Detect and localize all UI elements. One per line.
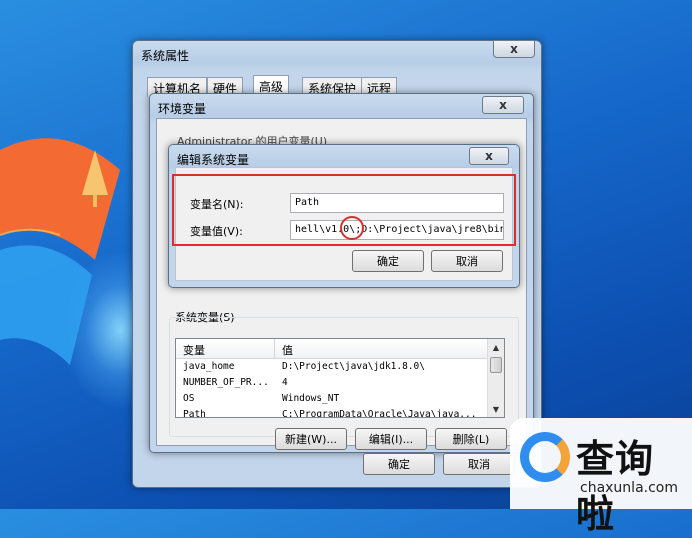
edit-dialog-title: 编辑系统变量 <box>177 153 250 167</box>
system-vars-table[interactable]: 变量 值 java_home D:\Project\java\jdk1.8.0\… <box>175 338 505 418</box>
column-header-value[interactable]: 值 <box>282 342 293 358</box>
row-value: 4 <box>282 377 288 388</box>
table-row[interactable]: OS Windows_NT <box>176 391 487 407</box>
scroll-up-icon[interactable]: ▲ <box>488 339 504 355</box>
row-value: Windows_NT <box>282 393 340 404</box>
watermark-domain: chaxunla.com <box>580 480 678 496</box>
highlight-circle <box>340 216 364 240</box>
row-value: C:\ProgramData\Oracle\Java\java... <box>282 409 477 418</box>
table-scrollbar[interactable]: ▲ ▼ <box>487 339 504 417</box>
table-header: 变量 值 <box>176 339 487 359</box>
delete-button[interactable]: 删除(L) <box>435 428 507 450</box>
env-window-title: 环境变量 <box>158 102 207 116</box>
table-row[interactable]: NUMBER_OF_PR... 4 <box>176 375 487 391</box>
close-icon: x <box>510 42 518 56</box>
row-value: D:\Project\java\jdk1.8.0\ <box>282 361 425 372</box>
new-button[interactable]: 新建(W)... <box>275 428 347 450</box>
edit-close-button[interactable]: x <box>469 147 509 165</box>
scroll-thumb[interactable] <box>490 357 502 373</box>
windows-logo <box>0 138 120 365</box>
column-divider <box>274 339 275 359</box>
close-icon: x <box>485 149 493 163</box>
ok-button[interactable]: 确定 <box>363 453 435 475</box>
row-name: NUMBER_OF_PR... <box>183 377 269 388</box>
magnifier-icon <box>520 432 570 482</box>
watermark-logo: 查询啦 chaxunla.com <box>510 418 692 536</box>
row-name: Path <box>183 409 206 418</box>
row-name: java_home <box>183 361 235 372</box>
close-button[interactable]: x <box>493 40 535 58</box>
window-title: 系统属性 <box>141 49 190 63</box>
scroll-down-icon[interactable]: ▼ <box>488 401 504 417</box>
close-icon: x <box>499 98 507 112</box>
row-name: OS <box>183 393 195 404</box>
cancel-button[interactable]: 取消 <box>443 453 515 475</box>
column-header-variable[interactable]: 变量 <box>183 342 205 358</box>
table-row[interactable]: java_home D:\Project\java\jdk1.8.0\ <box>176 359 487 375</box>
edit-ok-button[interactable]: 确定 <box>352 250 424 272</box>
env-close-button[interactable]: x <box>482 96 524 114</box>
table-row[interactable]: Path C:\ProgramData\Oracle\Java\java... <box>176 407 487 418</box>
tree-decoration <box>82 150 108 207</box>
edit-cancel-button[interactable]: 取消 <box>431 250 503 272</box>
edit-button[interactable]: 编辑(I)... <box>355 428 427 450</box>
